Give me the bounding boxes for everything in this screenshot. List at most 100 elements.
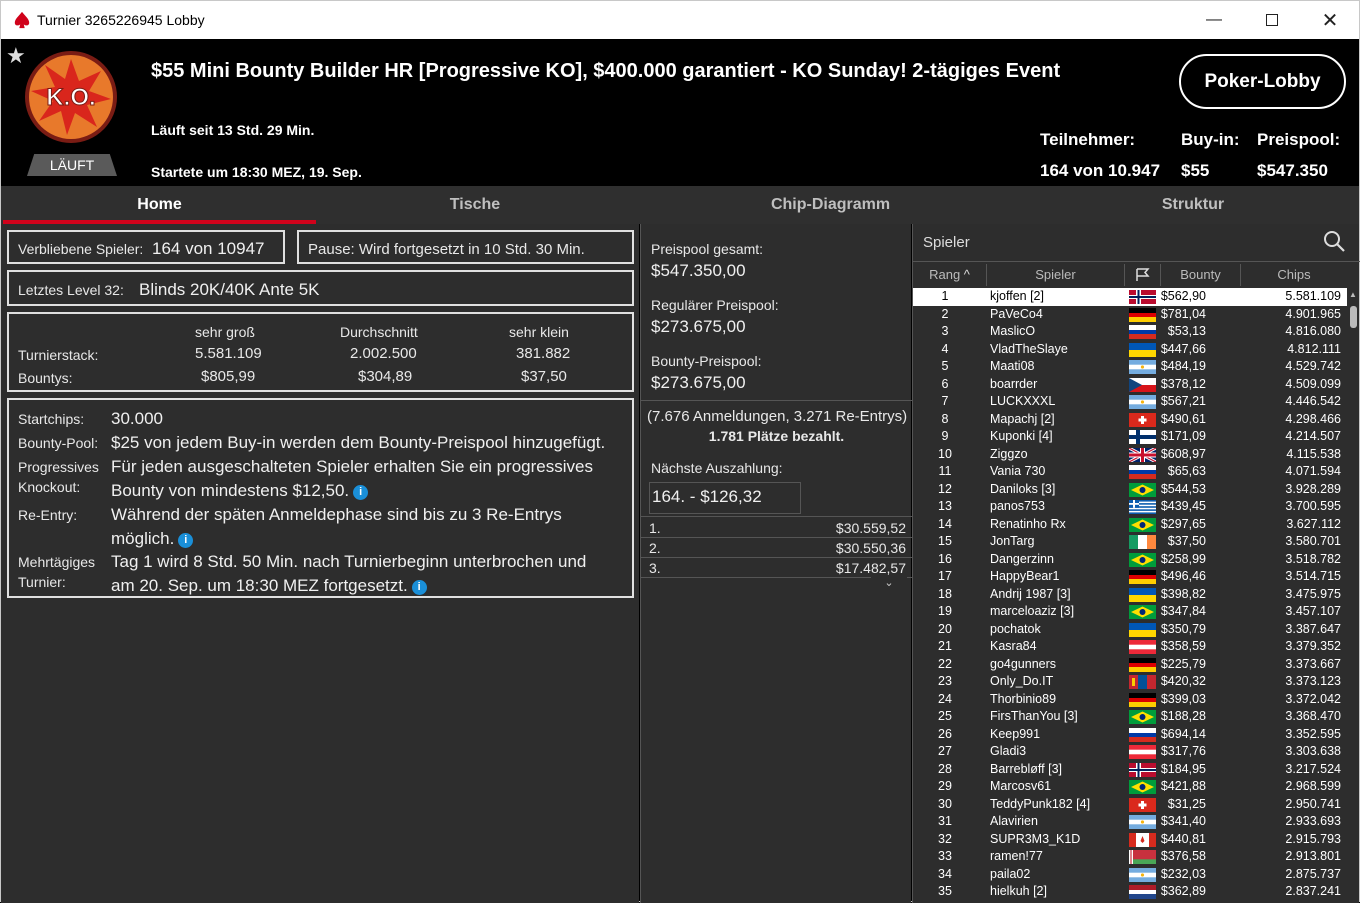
- reentry-info-icon[interactable]: i: [178, 533, 194, 548]
- player-rank: 25: [938, 709, 952, 723]
- player-row[interactable]: 1 kjoffen [2] $562,90 5.581.109: [913, 288, 1347, 306]
- flag-column-header[interactable]: [1125, 264, 1161, 286]
- player-column-header[interactable]: Spieler: [987, 264, 1125, 286]
- country-flag-icon: [1129, 465, 1156, 479]
- player-bounty: $484,19: [1160, 359, 1206, 373]
- player-row[interactable]: 34 paila02 $232,03 2.875.737: [913, 866, 1347, 884]
- player-row[interactable]: 29 Marcosv61 $421,88 2.968.599: [913, 778, 1347, 796]
- player-bounty: $232,03: [1160, 866, 1206, 881]
- pko-label-line1: Progressives: [18, 459, 99, 475]
- player-row[interactable]: 11 Vania 730 $65,63 4.071.594: [913, 463, 1347, 481]
- payout-table: 1. $30.559,52 2. $30.550,36 3. $17.482,5…: [641, 518, 912, 578]
- player-bounty: $781,04: [1160, 306, 1206, 321]
- bounty-column-header[interactable]: Bounty: [1161, 264, 1241, 286]
- maximize-button[interactable]: [1243, 1, 1301, 39]
- players-title: Spieler: [923, 234, 970, 251]
- player-row[interactable]: 3 MaslicO $53,13 4.816.080: [913, 323, 1347, 341]
- player-row[interactable]: 13 panos753 $439,45 3.700.595: [913, 498, 1347, 516]
- player-row[interactable]: 24 Thorbinio89 $399,03 3.372.042: [913, 691, 1347, 709]
- player-rank: 22: [938, 656, 952, 671]
- lobby-window: Turnier 3265226945 Lobby — ✕ ★ K.O. LÄUF…: [0, 0, 1360, 903]
- search-icon[interactable]: [1322, 229, 1346, 253]
- player-row[interactable]: 8 Mapachj [2] $490,61 4.298.466: [913, 411, 1347, 429]
- player-rank: 13: [938, 499, 952, 513]
- payout-place: 1.: [649, 520, 661, 536]
- country-flag-icon: [1129, 780, 1156, 794]
- player-row[interactable]: 35 hielkuh [2] $362,89 2.837.241: [913, 883, 1347, 901]
- pko-label-line2: Knockout:: [18, 479, 81, 495]
- tab-home[interactable]: Home: [3, 186, 316, 224]
- multiday-value-line2-wrap: am 20. Sep. um 18:30 MEZ fortgesetzt. i: [111, 576, 427, 596]
- player-row[interactable]: 5 Maati08 $484,19 4.529.742: [913, 358, 1347, 376]
- player-row[interactable]: 26 Keep991 $694,14 3.352.595: [913, 726, 1347, 744]
- pko-info-icon[interactable]: i: [353, 485, 369, 500]
- country-flag-icon: [1129, 675, 1156, 689]
- player-row[interactable]: 22 go4gunners $225,79 3.373.667: [913, 656, 1347, 674]
- country-flag-icon: [1129, 430, 1156, 444]
- country-flag-icon: [1129, 745, 1156, 759]
- player-row[interactable]: 6 boarrder $378,12 4.509.099: [913, 376, 1347, 394]
- poker-lobby-button[interactable]: Poker-Lobby: [1179, 54, 1346, 109]
- player-bounty: $362,89: [1160, 884, 1206, 898]
- player-row[interactable]: 15 JonTarg $37,50 3.580.701: [913, 533, 1347, 551]
- payout-row: 3. $17.482,57: [641, 558, 912, 578]
- payout-row: 2. $30.550,36: [641, 538, 912, 558]
- player-chips: 2.968.599: [1285, 779, 1341, 793]
- rank-column-header[interactable]: Rang ^: [913, 264, 987, 286]
- player-row[interactable]: 4 VladTheSlaye $447,66 4.812.111: [913, 341, 1347, 359]
- regular-pool-label: Regulärer Preispool:: [651, 297, 779, 313]
- bounty-column-label: Bounty: [1180, 267, 1221, 282]
- country-flag-icon: [1129, 885, 1156, 899]
- expand-payouts-chevron-icon[interactable]: ⌄: [871, 577, 907, 591]
- player-chips: 3.514.715: [1285, 569, 1341, 583]
- close-button[interactable]: ✕: [1301, 1, 1359, 39]
- player-row[interactable]: 31 Alavirien $341,40 2.933.693: [913, 813, 1347, 831]
- tab-home-label: Home: [137, 196, 182, 213]
- stack-label: Turnierstack:: [18, 347, 99, 363]
- tab-struktur[interactable]: Struktur: [1027, 186, 1359, 224]
- tab-chip-diagramm[interactable]: Chip-Diagramm: [634, 186, 1027, 224]
- country-flag-icon: [1129, 447, 1156, 462]
- player-row[interactable]: 32 SUPR3M3_K1D $440,81 2.915.793: [913, 831, 1347, 849]
- player-row[interactable]: 16 Dangerzinn $258,99 3.518.782: [913, 551, 1347, 569]
- player-row[interactable]: 30 TeddyPunk182 [4] $31,25 2.950.741: [913, 796, 1347, 814]
- player-row[interactable]: 7 LUCKXXXL $567,21 4.446.542: [913, 393, 1347, 411]
- player-bounty: $440,81: [1160, 831, 1206, 846]
- player-row[interactable]: 14 Renatinho Rx $297,65 3.627.112: [913, 516, 1347, 534]
- player-name: hielkuh [2]: [990, 884, 1047, 898]
- player-row[interactable]: 27 Gladi3 $317,76 3.303.638: [913, 743, 1347, 761]
- player-bounty: $358,59: [1160, 639, 1206, 653]
- player-rank: 14: [938, 516, 952, 531]
- player-chips: 3.387.647: [1285, 621, 1341, 636]
- player-bounty: $399,03: [1160, 691, 1206, 706]
- player-row[interactable]: 25 FirsThanYou [3] $188,28 3.368.470: [913, 708, 1347, 726]
- chips-column-header[interactable]: Chips: [1241, 264, 1347, 286]
- ko-logo: K.O.: [25, 51, 117, 143]
- player-row[interactable]: 23 Only_Do.IT $420,32 3.373.123: [913, 673, 1347, 691]
- player-list-scrollbar[interactable]: ▲: [1347, 288, 1359, 903]
- player-row[interactable]: 28 Barrebløff [3] $184,95 3.217.524: [913, 761, 1347, 779]
- player-row[interactable]: 12 Daniloks [3] $544,53 3.928.289: [913, 481, 1347, 499]
- level-box: Letztes Level 32: Blinds 20K/40K Ante 5K: [7, 270, 634, 306]
- player-row[interactable]: 33 ramen!77 $376,58 2.913.801: [913, 848, 1347, 866]
- player-row[interactable]: 9 Kuponki [4] $171,09 4.214.507: [913, 428, 1347, 446]
- player-name: Keep991: [990, 726, 1041, 741]
- country-flag-icon: [1129, 797, 1156, 812]
- divider: [913, 261, 1360, 262]
- multiday-info-icon[interactable]: i: [411, 580, 427, 595]
- minimize-button[interactable]: —: [1185, 1, 1243, 39]
- player-name: kjoffen [2]: [990, 289, 1044, 303]
- scroll-up-icon[interactable]: ▲: [1349, 290, 1357, 299]
- player-row[interactable]: 21 Kasra84 $358,59 3.379.352: [913, 638, 1347, 656]
- player-row[interactable]: 18 Andrij 1987 [3] $398,82 3.475.975: [913, 586, 1347, 604]
- tab-tische[interactable]: Tische: [316, 186, 634, 224]
- payout-row: 1. $30.559,52: [641, 518, 912, 538]
- scrollbar-thumb[interactable]: [1350, 306, 1357, 328]
- player-row[interactable]: 10 Ziggzo $608,97 4.115.538: [913, 446, 1347, 464]
- player-row[interactable]: 17 HappyBear1 $496,46 3.514.715: [913, 568, 1347, 586]
- player-row[interactable]: 19 marceloaziz [3] $347,84 3.457.107: [913, 603, 1347, 621]
- pko-value-line1: Für jeden ausgeschalteten Spieler erhalt…: [111, 457, 593, 476]
- player-row[interactable]: 20 pochatok $350,79 3.387.647: [913, 621, 1347, 639]
- player-row[interactable]: 2 PaVeCo4 $781,04 4.901.965: [913, 306, 1347, 324]
- player-name: PaVeCo4: [990, 306, 1043, 321]
